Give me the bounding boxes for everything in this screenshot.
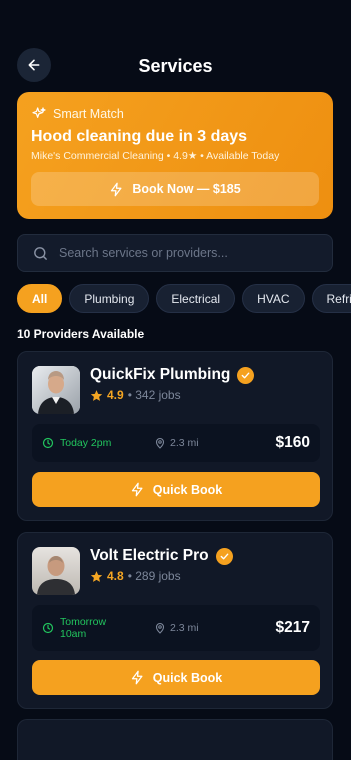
providers-count: 10 Providers Available	[17, 327, 145, 341]
rating-value: 4.9	[107, 388, 124, 402]
map-pin-icon	[155, 622, 165, 634]
chip-plumbing[interactable]: Plumbing	[69, 284, 150, 313]
lightning-icon	[131, 482, 143, 497]
chip-hvac[interactable]: HVAC	[242, 284, 305, 313]
page-title: Services	[138, 56, 213, 76]
search-input[interactable]	[59, 246, 309, 260]
search-bar[interactable]	[17, 234, 333, 272]
smart-match-subtitle: Mike's Commercial Cleaning • 4.9★ • Avai…	[31, 150, 280, 162]
clock-icon	[42, 622, 54, 634]
provider-name: QuickFix Plumbing	[90, 366, 231, 383]
chip-refrigeration[interactable]: Refrig	[311, 284, 351, 313]
availability-text: Today 2pm	[60, 437, 112, 449]
provider-info-row: Tomorrow 10am 2.3 mi $217	[32, 605, 320, 651]
category-chips: AllPlumbingElectricalHVACRefrig	[17, 284, 351, 313]
smart-match-label: Smart Match	[53, 107, 124, 121]
smart-match-title: Hood cleaning due in 3 days	[31, 128, 248, 145]
distance-text: 2.3 mi	[170, 622, 199, 634]
check-badge-icon	[215, 547, 233, 565]
avatar	[32, 366, 80, 414]
provider-rating: 4.9 • 342 jobs	[90, 388, 181, 402]
availability: Today 2pm	[42, 424, 111, 462]
price: $160	[275, 434, 310, 451]
smart-match-label-row: Smart Match	[31, 106, 124, 122]
provider-info-row: Today 2pm 2.3 mi $160	[32, 424, 320, 462]
lightning-icon	[131, 670, 143, 685]
provider-rating: 4.8 • 289 jobs	[90, 569, 181, 583]
sparkles-icon	[32, 107, 46, 118]
star-icon	[90, 570, 103, 582]
rating-value: 4.8	[107, 569, 124, 583]
map-pin-icon	[155, 437, 165, 449]
distance: 2.3 mi	[154, 424, 199, 462]
availability-text: Tomorrow 10am	[60, 616, 107, 640]
quick-book-button[interactable]: Quick Book	[32, 472, 320, 507]
provider-name: Volt Electric Pro	[90, 547, 209, 564]
distance: 2.3 mi	[154, 605, 199, 651]
lightning-icon	[111, 182, 122, 196]
provider-name-row: Volt Electric Pro	[90, 547, 233, 565]
distance-text: 2.3 mi	[170, 437, 199, 449]
provider-card-partial[interactable]	[17, 719, 333, 760]
jobs-count: • 342 jobs	[127, 388, 181, 402]
quick-book-button[interactable]: Quick Book	[32, 660, 320, 695]
chip-electrical[interactable]: Electrical	[156, 284, 236, 313]
quick-book-label: Quick Book	[152, 670, 223, 685]
book-now-button[interactable]: Book Now — $185	[31, 172, 319, 206]
search-icon	[34, 246, 47, 260]
availability: Tomorrow 10am	[42, 605, 106, 651]
quick-book-label: Quick Book	[152, 482, 223, 497]
avatar	[32, 547, 80, 595]
star-icon	[90, 389, 103, 401]
jobs-count: • 289 jobs	[127, 569, 181, 583]
provider-card[interactable]: Volt Electric Pro 4.8 • 289 jobs Tomorro…	[17, 532, 333, 709]
provider-card[interactable]: QuickFix Plumbing 4.9 • 342 jobs Today 2…	[17, 351, 333, 521]
smart-match-card: Smart Match Hood cleaning due in 3 days …	[17, 92, 333, 219]
header: Services	[0, 48, 351, 82]
clock-icon	[42, 437, 54, 449]
provider-name-row: QuickFix Plumbing	[90, 366, 255, 384]
chip-all[interactable]: All	[17, 284, 63, 313]
check-badge-icon	[237, 366, 255, 384]
book-now-label: Book Now — $185	[132, 182, 241, 196]
price: $217	[275, 619, 310, 636]
